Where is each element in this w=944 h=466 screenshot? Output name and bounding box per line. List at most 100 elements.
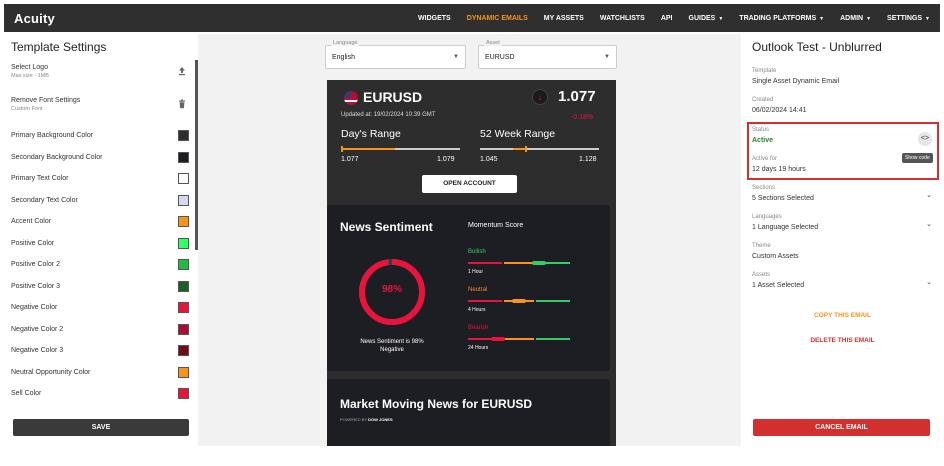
color-setting-row[interactable]: Negative Color 2 [11,323,189,336]
day-range-title: Day's Range [341,128,401,140]
color-setting-row[interactable]: Sell Color [11,388,189,400]
color-setting-row[interactable]: Primary Text Color [11,173,189,185]
trash-icon[interactable] [177,99,187,109]
momentum-label: Bearish [468,325,489,331]
color-setting-row[interactable]: Positive Color 2 [11,259,189,271]
week52-range-bar [480,146,599,152]
price-change: -0.18% [571,114,594,121]
created-label: Created [752,97,774,103]
delete-email-link[interactable]: DELETE THIS EMAIL [745,337,940,344]
color-setting-row[interactable]: Secondary Text Color [11,194,189,207]
template-settings-title: Template Settings [11,40,107,54]
sentiment-percent: 98% [381,284,402,295]
momentum-segment [536,338,570,340]
remove-font-option[interactable]: Remove Font Settings Custom Font [11,97,189,115]
asset-select[interactable]: Asset EURUSD ▼ [478,40,617,69]
chevron-down-icon[interactable]: ⌄ [926,278,932,286]
powered-by-brand: DOW JONES [368,417,393,422]
nav-item-label: DYNAMIC EMAILS [466,14,528,22]
week52-range-title: 52 Week Range [480,128,556,140]
status-label: Status [752,127,770,133]
color-setting-row[interactable]: Positive Color 3 [11,280,189,293]
week52-range-marker [525,146,528,152]
show-code-tooltip: Show code [902,153,933,163]
color-swatch[interactable] [178,280,189,292]
updated-timestamp: Updated at: 19/02/2024 10:39 GMT [341,112,436,118]
arrow-down-icon: ↓ [532,89,548,105]
day-range-marker [341,146,343,152]
template-label: Template [752,68,777,74]
nav-item-my-assets[interactable]: MY ASSETS [544,15,584,22]
powered-by: POWERED BY DOW JONES [340,417,393,422]
chevron-down-icon: ▼ [718,15,724,22]
nav-item-admin[interactable]: ADMIN ▼ [840,15,871,22]
color-setting-row[interactable]: Negative Color 3 [11,345,189,357]
nav-item-api[interactable]: API [661,15,673,22]
nav-item-guides[interactable]: GUIDES ▼ [689,15,724,22]
news-sentiment-card: News Sentiment Momentum Score 98% News S… [327,205,610,371]
upload-icon[interactable] [177,66,187,76]
nav-item-label: ADMIN [840,14,864,22]
color-swatch[interactable] [178,259,189,270]
color-swatch[interactable] [178,302,189,313]
color-setting-row[interactable]: Primary Background Color [11,130,189,142]
status-value: Active [752,137,774,144]
color-setting-label: Primary Text Color [11,175,69,182]
color-swatch[interactable] [178,216,189,227]
top-navbar: Acuity WIDGETS DYNAMIC EMAILS MY ASSETS WAT… [4,4,940,32]
nav-item-widgets[interactable]: WIDGETS [418,15,451,22]
nav-item-dynamic-emails[interactable]: DYNAMIC EMAILS [467,15,528,22]
nav-item-settings[interactable]: SETTINGS ▼ [887,15,930,22]
remove-font-sub: Custom Font [11,106,43,112]
template-settings-panel: Template Settings Select Logo Max size -… [4,34,198,446]
momentum-segment [468,300,502,302]
color-setting-label: Neutral Opportunity Color [11,368,91,376]
nav-item-label: MY ASSETS [543,14,584,22]
day-range-low: 1.077 [341,156,359,163]
color-swatch[interactable] [178,173,189,184]
asset-price: 1.077 [558,88,596,105]
momentum-segment [503,262,535,264]
language-select-value: English [332,54,355,61]
chevron-down-icon[interactable]: ⌄ [926,191,932,199]
color-setting-row[interactable]: Neutral Opportunity Color [11,366,189,379]
select-logo-option[interactable]: Select Logo Max size - 1MB [11,64,189,82]
color-setting-label: Sell Color [11,390,42,397]
color-swatch[interactable] [178,151,189,163]
color-swatch[interactable] [178,323,189,335]
momentum-score-title: Momentum Score [468,222,524,229]
active-for-label: Active for [752,156,778,162]
copy-email-link[interactable]: COPY THIS EMAIL [745,312,940,319]
asset-symbol: EURUSD [363,89,423,105]
color-swatch[interactable] [178,388,189,399]
color-setting-row[interactable]: Secondary Background Color [11,151,189,164]
language-select[interactable]: Language English ▼ [325,40,466,69]
color-setting-row[interactable]: Positive Color [11,237,189,250]
email-details-panel: Outlook Test - Unblurred Template Single… [745,34,940,446]
day-range-fill [341,148,395,150]
nav-item-watchlists[interactable]: WATCHLISTS [600,15,645,22]
languages-label: Languages [752,214,782,220]
save-button[interactable]: SAVE [13,419,189,436]
main-nav: WIDGETS DYNAMIC EMAILS MY ASSETS WATCHLISTS… [402,4,930,32]
assets-label: Assets [752,272,771,278]
week52-range-low: 1.045 [480,156,498,163]
color-setting-row[interactable]: Accent Color [11,216,189,228]
acuity-logo[interactable]: Acuity [14,11,55,26]
nav-item-trading-platforms[interactable]: TRADING PLATFORMS ▼ [739,15,824,22]
open-account-button[interactable]: OPEN ACCOUNT [422,175,517,193]
sections-value: 5 Sections Selected [752,195,814,202]
color-swatch[interactable] [178,366,189,378]
code-icon[interactable]: <> [918,132,932,146]
momentum-timeframe: 1 Hour [468,269,484,275]
color-setting-row[interactable]: Negative Color [11,302,189,314]
color-swatch[interactable] [178,237,189,249]
template-value: Single Asset Dynamic Email [752,78,840,85]
color-swatch[interactable] [178,130,189,141]
assets-value: 1 Asset Selected [752,282,805,289]
cancel-email-button[interactable]: CANCEL EMAIL [753,419,930,436]
color-swatch[interactable] [178,194,189,206]
color-swatch[interactable] [178,345,189,356]
nav-item-label: WIDGETS [418,14,451,22]
chevron-down-icon[interactable]: ⌄ [926,220,932,228]
